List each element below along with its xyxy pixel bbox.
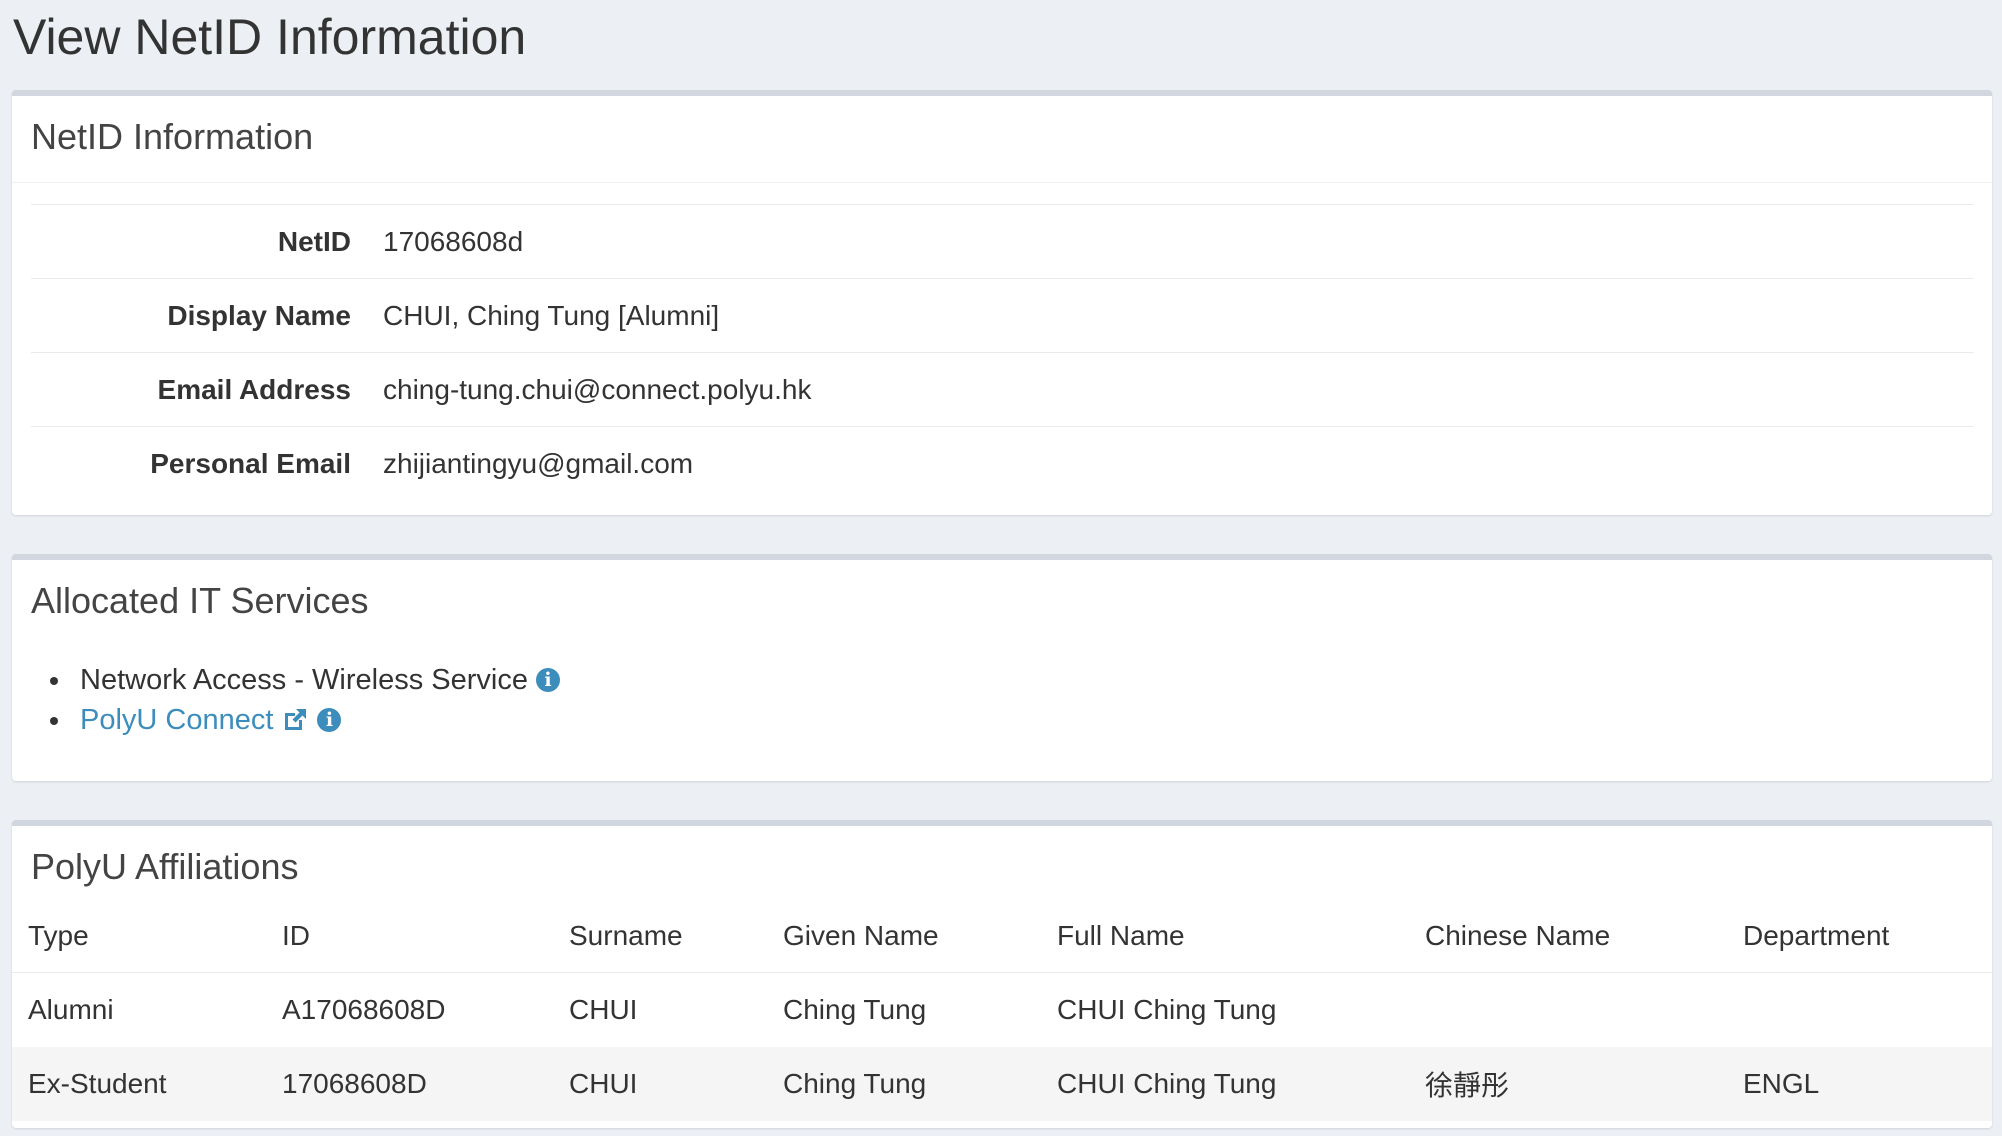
info-value: zhijiantingyu@gmail.com [383, 447, 694, 479]
column-header-id: ID [282, 919, 310, 951]
cell-type: Ex-Student [28, 1068, 167, 1099]
info-label: NetID [277, 225, 351, 257]
column-header-full-name: Full Name [1057, 919, 1185, 951]
netid-info-table: NetID 17068608d Display Name CHUI, Ching… [31, 204, 1973, 500]
cell-given-name: Ching Tung [783, 1068, 927, 1099]
column-header-given-name: Given Name [783, 919, 939, 951]
panel-header: NetID Information [12, 96, 1992, 183]
external-link-icon[interactable] [281, 706, 309, 734]
service-item-polyu-connect: PolyU Connect i [50, 700, 1992, 740]
cell-chinese-name: 徐靜彤 [1425, 1070, 1510, 1101]
column-header-surname: Surname [569, 919, 683, 951]
info-icon[interactable]: i [536, 668, 560, 692]
column-header-department: Department [1743, 919, 1890, 951]
cell-full-name: CHUI Ching Tung [1057, 994, 1277, 1025]
panel-title: NetID Information [31, 116, 314, 157]
cell-type: Alumni [28, 994, 114, 1025]
table-row: Ex-Student 17068608D CHUI Ching Tung CHU… [12, 1047, 1992, 1121]
table-row: Alumni A17068608D CHUI Ching Tung CHUI C… [12, 973, 1992, 1047]
column-header-chinese-name: Chinese Name [1425, 919, 1611, 951]
info-row-netid: NetID 17068608d [31, 204, 1973, 278]
info-label: Display Name [167, 299, 351, 331]
info-row-display-name: Display Name CHUI, Ching Tung [Alumni] [31, 278, 1973, 352]
cell-surname: CHUI [569, 1068, 638, 1099]
bullet-icon [50, 677, 58, 685]
netid-information-panel: NetID Information NetID 17068608d Displa… [12, 90, 1992, 515]
panel-title: PolyU Affiliations [31, 846, 299, 887]
allocated-services-panel: Allocated IT Services Network Access - W… [12, 554, 1992, 781]
services-list: Network Access - Wireless Service i Poly… [12, 622, 1992, 740]
service-label: Network Access - Wireless Service [80, 663, 528, 696]
info-value: CHUI, Ching Tung [Alumni] [383, 299, 720, 331]
service-item-wireless: Network Access - Wireless Service i [50, 660, 1992, 700]
panel-title: Allocated IT Services [31, 580, 369, 621]
polyu-connect-link[interactable]: PolyU Connect [80, 704, 273, 737]
info-row-personal-email: Personal Email zhijiantingyu@gmail.com [31, 426, 1973, 500]
cell-id: 17068608D [282, 1068, 427, 1099]
cell-surname: CHUI [569, 994, 638, 1025]
info-value: 17068608d [383, 225, 524, 257]
affiliations-table: Type ID Surname Given Name Full Name Chi… [12, 899, 1992, 1121]
cell-given-name: Ching Tung [783, 994, 927, 1025]
info-icon[interactable]: i [317, 708, 342, 732]
page-title: View NetID Information [13, 9, 527, 65]
info-label: Email Address [157, 373, 351, 405]
cell-department: ENGL [1743, 1068, 1820, 1099]
info-label: Personal Email [150, 447, 351, 479]
cell-full-name: CHUI Ching Tung [1057, 1068, 1277, 1099]
affiliations-panel: PolyU Affiliations Type ID Surname Given… [12, 820, 1992, 1128]
bullet-icon [50, 717, 58, 725]
info-row-email-address: Email Address ching-tung.chui@connect.po… [31, 352, 1973, 426]
table-header-row: Type ID Surname Given Name Full Name Chi… [12, 899, 1992, 973]
info-value: ching-tung.chui@connect.polyu.hk [383, 373, 812, 405]
cell-id: A17068608D [282, 994, 446, 1025]
column-header-type: Type [28, 919, 89, 951]
